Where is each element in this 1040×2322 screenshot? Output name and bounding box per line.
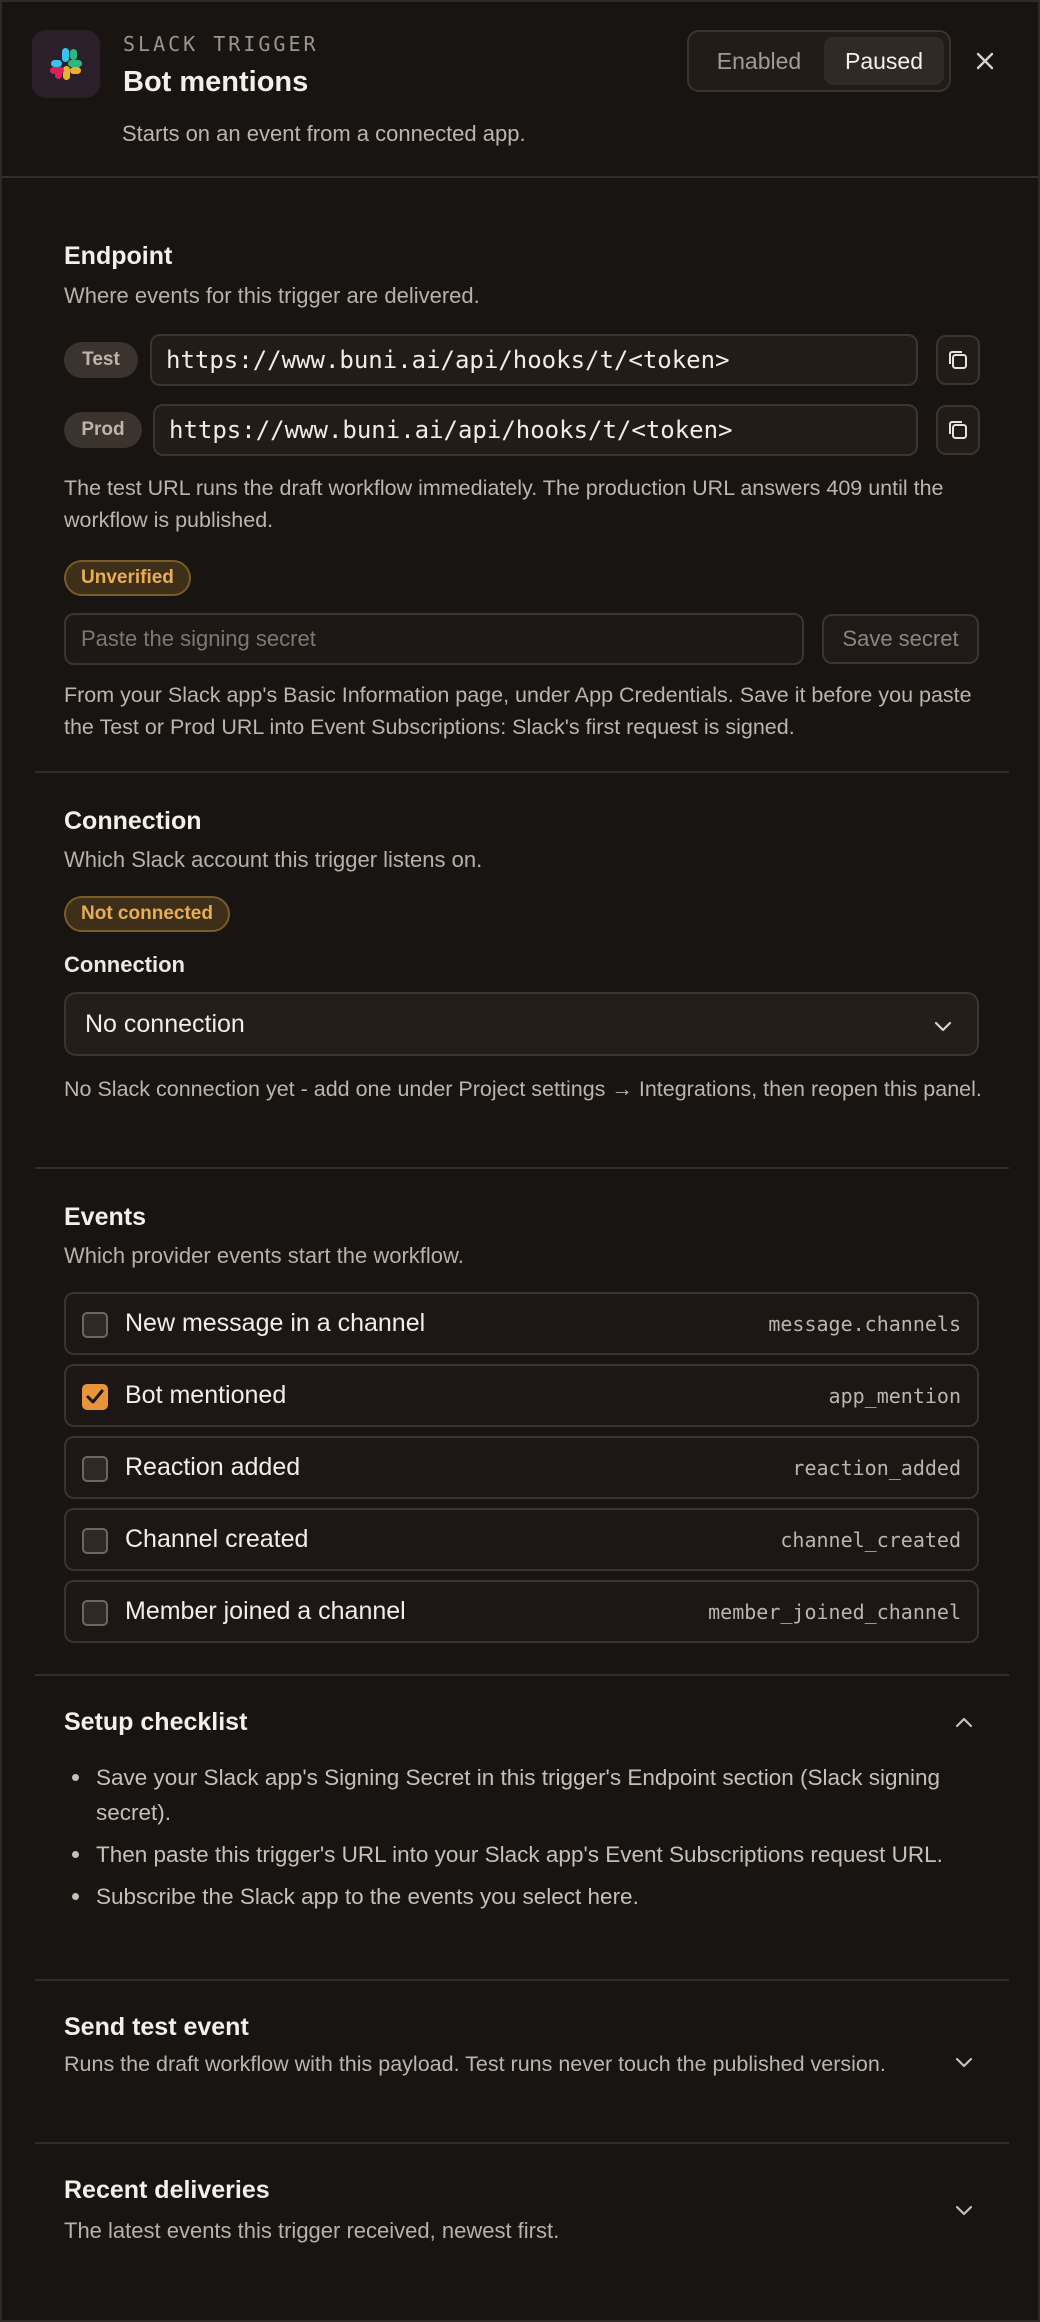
connection-select-value: No connection <box>85 1009 245 1038</box>
connection-section-title: Connection <box>64 807 202 835</box>
event-code: app_mention <box>828 1383 961 1408</box>
events-section-title: Events <box>64 1203 146 1231</box>
event-row-member-joined[interactable]: Member joined a channel member_joined_ch… <box>64 1580 979 1643</box>
checklist-section-title[interactable]: Setup checklist <box>64 1708 247 1737</box>
send-test-section-title[interactable]: Send test event <box>64 2013 249 2042</box>
save-secret-button[interactable]: Save secret <box>822 614 979 664</box>
url-note: The test URL runs the draft workflow imm… <box>64 476 944 532</box>
chevron-down-icon <box>934 1021 952 1032</box>
send-test-description: Runs the draft workflow with this payloa… <box>64 2052 886 2076</box>
section-divider <box>35 771 1009 773</box>
prod-url-label: Prod <box>64 412 142 448</box>
section-divider <box>35 1674 1009 1676</box>
paused-option[interactable]: Paused <box>824 37 944 85</box>
enabled-option[interactable]: Enabled <box>694 37 824 85</box>
event-code: message.channels <box>768 1311 961 1336</box>
trigger-title: Bot mentions <box>123 66 309 98</box>
panel-header: SLACK TRIGGER Bot mentions Starts on an … <box>2 2 1038 178</box>
close-icon[interactable] <box>968 44 1002 78</box>
event-checkbox[interactable] <box>82 1312 108 1338</box>
event-checkbox-checked[interactable] <box>82 1384 108 1410</box>
chevron-down-icon[interactable] <box>952 2050 976 2074</box>
section-divider <box>35 1167 1009 1169</box>
event-checkbox[interactable] <box>82 1528 108 1554</box>
trigger-type-label: SLACK TRIGGER <box>123 32 319 56</box>
connection-field-label: Connection <box>64 952 185 977</box>
test-url-field[interactable]: https://www.buni.ai/api/hooks/t/<token> <box>150 334 918 386</box>
chevron-up-icon[interactable] <box>952 1711 976 1735</box>
copy-test-url-button[interactable] <box>936 335 980 385</box>
event-row-channel-created[interactable]: Channel created channel_created <box>64 1508 979 1571</box>
checkmark-icon <box>86 1389 104 1404</box>
event-label: Reaction added <box>125 1453 301 1481</box>
section-divider <box>35 1979 1009 1981</box>
connection-note: No Slack connection yet - add one under … <box>64 1077 982 1101</box>
recent-deliveries-description: The latest events this trigger received,… <box>64 2218 560 2243</box>
event-label: Bot mentioned <box>125 1381 287 1409</box>
slack-logo-icon <box>32 30 100 98</box>
section-divider <box>35 2142 1009 2144</box>
connection-description: Which Slack account this trigger listens… <box>64 847 483 872</box>
setup-checklist: Save your Slack app's Signing Secret in … <box>64 1760 979 1921</box>
event-code: channel_created <box>780 1527 961 1552</box>
event-label: Member joined a channel <box>125 1597 406 1625</box>
events-description: Which provider events start the workflow… <box>64 1243 464 1268</box>
event-row-reaction-added[interactable]: Reaction added reaction_added <box>64 1436 979 1499</box>
recent-deliveries-title[interactable]: Recent deliveries <box>64 2176 270 2205</box>
event-checkbox[interactable] <box>82 1456 108 1482</box>
connection-status-badge: Not connected <box>64 896 230 932</box>
endpoint-section-title: Endpoint <box>64 242 173 270</box>
chevron-down-icon[interactable] <box>952 2198 976 2222</box>
event-row-message-channels[interactable]: New message in a channel message.channel… <box>64 1292 979 1355</box>
copy-icon <box>949 421 967 439</box>
event-code: reaction_added <box>792 1455 961 1480</box>
trigger-panel: SLACK TRIGGER Bot mentions Starts on an … <box>0 0 1040 2322</box>
test-url-label: Test <box>64 342 138 378</box>
connection-select[interactable]: No connection <box>64 992 979 1056</box>
checklist-item: Save your Slack app's Signing Secret in … <box>64 1760 979 1830</box>
checklist-item: Then paste this trigger's URL into your … <box>64 1837 979 1872</box>
copy-icon <box>949 351 967 369</box>
event-checkbox[interactable] <box>82 1600 108 1626</box>
trigger-subtitle: Starts on an event from a connected app. <box>122 121 526 146</box>
checklist-item: Subscribe the Slack app to the events yo… <box>64 1879 979 1914</box>
signing-secret-note: From your Slack app's Basic Information … <box>64 683 972 739</box>
copy-prod-url-button[interactable] <box>936 405 980 455</box>
enabled-paused-toggle: Enabled Paused <box>687 30 951 92</box>
event-row-app-mention[interactable]: Bot mentioned app_mention <box>64 1364 979 1427</box>
event-code: member_joined_channel <box>708 1599 961 1624</box>
event-label: Channel created <box>125 1525 309 1553</box>
prod-url-field[interactable]: https://www.buni.ai/api/hooks/t/<token> <box>153 404 918 456</box>
signing-secret-input[interactable] <box>64 613 804 665</box>
endpoint-description: Where events for this trigger are delive… <box>64 283 480 308</box>
event-label: New message in a channel <box>125 1309 426 1337</box>
verification-status-badge: Unverified <box>64 560 191 596</box>
